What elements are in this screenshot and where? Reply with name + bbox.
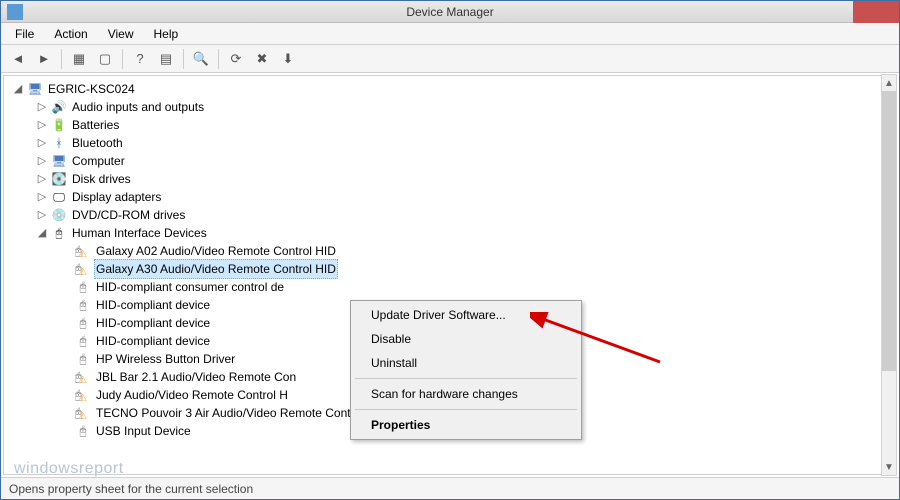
dvd-icon: 💿 bbox=[51, 207, 67, 223]
scroll-up-icon[interactable]: ▲ bbox=[882, 75, 896, 91]
device-label: USB Input Device bbox=[94, 422, 193, 440]
tree-category[interactable]: ▷ ᚼ Bluetooth bbox=[6, 134, 894, 152]
collapse-icon[interactable]: ◢ bbox=[12, 80, 24, 98]
system-icon bbox=[7, 4, 23, 20]
device-warn-icon: 🖰 bbox=[75, 405, 91, 421]
menu-divider bbox=[355, 409, 577, 410]
tree-category[interactable]: ▷ 🔋 Batteries bbox=[6, 116, 894, 134]
device-label: JBL Bar 2.1 Audio/Video Remote Con bbox=[94, 368, 298, 386]
window-title: Device Manager bbox=[406, 5, 493, 19]
expand-icon[interactable]: ▷ bbox=[36, 206, 48, 224]
update-driver-button[interactable]: ⟳ bbox=[225, 48, 247, 70]
properties-button[interactable]: ▢ bbox=[94, 48, 116, 70]
scroll-thumb[interactable] bbox=[882, 91, 896, 371]
watermark: windowsreport bbox=[14, 460, 124, 478]
menu-scan-hardware[interactable]: Scan for hardware changes bbox=[353, 382, 579, 406]
action-button[interactable]: ▤ bbox=[155, 48, 177, 70]
status-text: Opens property sheet for the current sel… bbox=[9, 482, 253, 496]
category-label: Disk drives bbox=[70, 170, 133, 188]
category-label: Display adapters bbox=[70, 188, 163, 206]
device-warn-icon: 🖰 bbox=[75, 243, 91, 259]
context-menu: Update Driver Software... Disable Uninst… bbox=[350, 300, 582, 440]
computer-icon: 🖥 bbox=[27, 81, 43, 97]
expand-icon[interactable]: ▷ bbox=[36, 134, 48, 152]
device-item[interactable]: 🖰 Galaxy A02 Audio/Video Remote Control … bbox=[6, 242, 894, 260]
device-label: HID-compliant device bbox=[94, 332, 212, 350]
computer-icon: 🖥 bbox=[51, 153, 67, 169]
expand-icon[interactable]: ▷ bbox=[36, 116, 48, 134]
device-item-selected[interactable]: 🖰 Galaxy A30 Audio/Video Remote Control … bbox=[6, 260, 894, 278]
expand-icon[interactable]: ▷ bbox=[36, 98, 48, 116]
tree-category[interactable]: ◢ 🖰 Human Interface Devices bbox=[6, 224, 894, 242]
device-icon: 🖰 bbox=[75, 297, 91, 313]
collapse-icon[interactable]: ◢ bbox=[36, 224, 48, 242]
menu-view[interactable]: View bbox=[102, 25, 140, 43]
device-label: HP Wireless Button Driver bbox=[94, 350, 237, 368]
category-label: DVD/CD-ROM drives bbox=[70, 206, 187, 224]
tree-root[interactable]: ◢ 🖥 EGRIC-KSC024 bbox=[6, 80, 894, 98]
tree-category[interactable]: ▷ 🖵 Display adapters bbox=[6, 188, 894, 206]
expand-icon[interactable]: ▷ bbox=[36, 170, 48, 188]
scroll-down-icon[interactable]: ▼ bbox=[882, 459, 896, 475]
status-bar: Opens property sheet for the current sel… bbox=[1, 477, 899, 499]
device-icon: 🖰 bbox=[75, 351, 91, 367]
menu-properties[interactable]: Properties bbox=[353, 413, 579, 437]
device-label: HID-compliant device bbox=[94, 296, 212, 314]
close-button[interactable] bbox=[853, 1, 899, 23]
device-item[interactable]: 🖰 HID-compliant consumer control de bbox=[6, 278, 894, 296]
tree-category[interactable]: ▷ 💽 Disk drives bbox=[6, 170, 894, 188]
device-icon: 🖰 bbox=[75, 315, 91, 331]
scan-button[interactable]: 🔍 bbox=[190, 48, 212, 70]
title-bar: Device Manager bbox=[1, 1, 899, 23]
help-button[interactable]: ? bbox=[129, 48, 151, 70]
menu-uninstall[interactable]: Uninstall bbox=[353, 351, 579, 375]
device-label: Judy Audio/Video Remote Control H bbox=[94, 386, 290, 404]
bluetooth-icon: ᚼ bbox=[51, 135, 67, 151]
display-icon: 🖵 bbox=[51, 189, 67, 205]
expand-icon[interactable]: ▷ bbox=[36, 188, 48, 206]
tree-category[interactable]: ▷ 🖥 Computer bbox=[6, 152, 894, 170]
battery-icon: 🔋 bbox=[51, 117, 67, 133]
device-label: Galaxy A30 Audio/Video Remote Control HI… bbox=[94, 259, 338, 279]
uninstall-button[interactable]: ✖ bbox=[251, 48, 273, 70]
disable-button[interactable]: ⬇ bbox=[277, 48, 299, 70]
device-warn-icon: 🖰 bbox=[75, 369, 91, 385]
category-label: Computer bbox=[70, 152, 127, 170]
menu-bar: File Action View Help bbox=[1, 23, 899, 45]
tree-category[interactable]: ▷ 🔊 Audio inputs and outputs bbox=[6, 98, 894, 116]
back-button[interactable]: ◄ bbox=[7, 48, 29, 70]
menu-divider bbox=[355, 378, 577, 379]
toolbar: ◄ ► ▦ ▢ ? ▤ 🔍 ⟳ ✖ ⬇ bbox=[1, 45, 899, 73]
menu-file[interactable]: File bbox=[9, 25, 40, 43]
device-label: HID-compliant device bbox=[94, 314, 212, 332]
toolbar-separator bbox=[61, 49, 62, 69]
device-icon: 🖰 bbox=[75, 333, 91, 349]
tree-category[interactable]: ▷ 💿 DVD/CD-ROM drives bbox=[6, 206, 894, 224]
expand-icon[interactable]: ▷ bbox=[36, 152, 48, 170]
device-label: HID-compliant consumer control de bbox=[94, 278, 286, 296]
disk-icon: 💽 bbox=[51, 171, 67, 187]
menu-disable[interactable]: Disable bbox=[353, 327, 579, 351]
hid-icon: 🖰 bbox=[51, 225, 67, 241]
device-warn-icon: 🖰 bbox=[75, 387, 91, 403]
device-warn-icon: 🖰 bbox=[75, 261, 91, 277]
toolbar-separator bbox=[122, 49, 123, 69]
menu-action[interactable]: Action bbox=[48, 25, 93, 43]
category-label: Batteries bbox=[70, 116, 121, 134]
toolbar-separator bbox=[218, 49, 219, 69]
forward-button[interactable]: ► bbox=[33, 48, 55, 70]
category-label: Bluetooth bbox=[70, 134, 125, 152]
category-label: Human Interface Devices bbox=[70, 224, 209, 242]
toolbar-separator bbox=[183, 49, 184, 69]
show-hide-tree-button[interactable]: ▦ bbox=[68, 48, 90, 70]
menu-update-driver[interactable]: Update Driver Software... bbox=[353, 303, 579, 327]
device-label: Galaxy A02 Audio/Video Remote Control HI… bbox=[94, 242, 338, 260]
audio-icon: 🔊 bbox=[51, 99, 67, 115]
category-label: Audio inputs and outputs bbox=[70, 98, 206, 116]
tree-root-label: EGRIC-KSC024 bbox=[46, 80, 137, 98]
device-label: TECNO Pouvoir 3 Air Audio/Video Remote C… bbox=[94, 404, 390, 422]
vertical-scrollbar[interactable]: ▲ ▼ bbox=[881, 74, 897, 476]
menu-help[interactable]: Help bbox=[148, 25, 185, 43]
